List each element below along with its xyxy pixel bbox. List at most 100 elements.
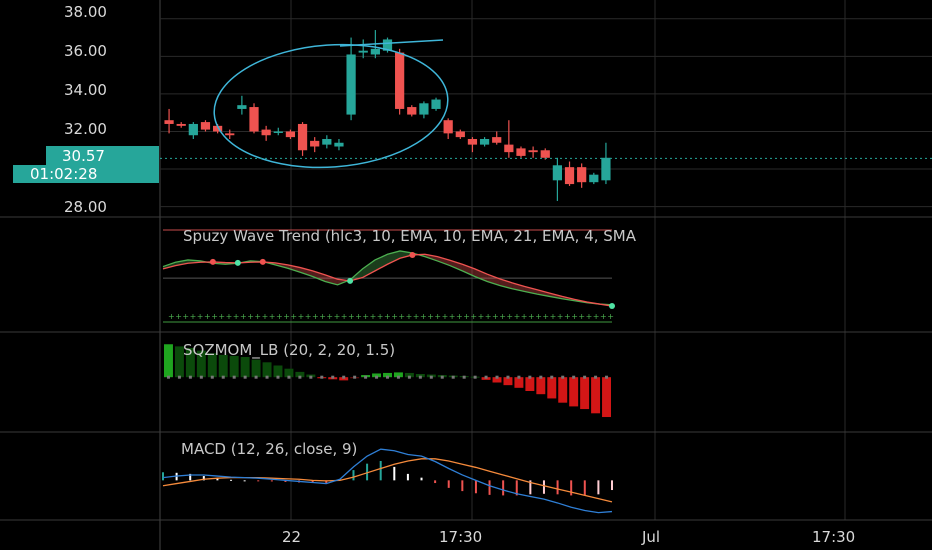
squeeze-dot <box>177 375 181 379</box>
price-tick-36: 36.00 <box>64 42 107 60</box>
price-axis[interactable]: 38.00 36.00 34.00 32.00 28.00 <box>64 3 107 216</box>
wt-cross-marker: + <box>398 312 405 321</box>
wt-cross-marker: + <box>204 312 211 321</box>
squeeze-bar <box>602 377 611 418</box>
time-tick-jul: Jul <box>641 528 660 546</box>
wt-cross-marker: + <box>492 312 499 321</box>
chart-stage: + + + + + + + + + + + + + + + + + + + + + + + + + + + + + + + + + + + + + + + +… <box>0 0 932 550</box>
squeeze-bar <box>164 344 173 378</box>
wt-cross-marker: + <box>197 312 204 321</box>
wt-cross-dot <box>609 303 615 310</box>
macd-pane <box>162 448 613 514</box>
wt-cross-marker: + <box>355 312 362 321</box>
squeeze-dot <box>550 375 554 379</box>
squeeze-bar <box>558 377 568 403</box>
time-axis[interactable]: 22 17:30 Jul 17:30 <box>282 528 855 546</box>
squeeze-bar <box>525 377 535 391</box>
wt-cross-marker: + <box>233 312 240 321</box>
squeeze-bar <box>547 377 557 399</box>
squeeze-dot <box>298 375 302 379</box>
wavetrend-label[interactable]: Spuzy Wave Trend (hlc3, 10, EMA, 10, EMA… <box>183 227 637 245</box>
wt-cross-marker: + <box>600 312 607 321</box>
macd-hist-bar <box>474 480 477 494</box>
candle-body <box>261 129 271 136</box>
squeeze-dot <box>517 375 521 379</box>
macd-hist-bar <box>434 480 437 484</box>
candle-body <box>419 103 429 115</box>
wt-cross-marker: + <box>550 312 557 321</box>
squeeze-bar <box>580 377 590 410</box>
squeeze-bar <box>229 355 239 378</box>
candle-body <box>492 137 502 143</box>
wt-cross-marker: + <box>442 312 449 321</box>
candle-body <box>370 48 380 55</box>
macd-hist-bar <box>420 477 423 481</box>
macd-hist-bar <box>556 480 559 495</box>
wt-cross-marker: + <box>247 312 254 321</box>
wt-cross-marker: + <box>312 312 319 321</box>
wt-cross-marker: + <box>514 312 521 321</box>
squeeze-dot <box>440 375 444 379</box>
wt-cross-marker: + <box>578 312 585 321</box>
wt-cross-marker: + <box>226 312 233 321</box>
squeeze-dot <box>495 375 499 379</box>
wt-cross-marker: + <box>528 312 535 321</box>
squeeze-dot <box>506 375 510 379</box>
candle-body <box>528 150 538 153</box>
macd-hist-bar <box>597 480 600 495</box>
squeeze-dot <box>561 375 565 379</box>
candle-body <box>310 140 320 147</box>
candle-body <box>358 50 368 53</box>
squeeze-dot <box>188 375 192 379</box>
squeeze-dot <box>199 375 203 379</box>
wt-cross-marker: + <box>449 312 456 321</box>
grid <box>0 0 932 550</box>
macd-hist-bar <box>488 480 491 495</box>
wt-cross-marker: + <box>607 312 614 321</box>
squeeze-bar <box>514 377 524 388</box>
price-tick-38: 38.00 <box>64 3 107 21</box>
squeeze-dot <box>375 375 379 379</box>
squeeze-label[interactable]: SQZMOM_LB (20, 2, 20, 1.5) <box>183 341 395 360</box>
squeeze-dot <box>331 375 335 379</box>
wt-cross-dot <box>259 258 266 265</box>
candle-body <box>431 99 441 109</box>
wt-cross-marker: + <box>262 312 269 321</box>
squeeze-bar <box>569 377 579 407</box>
price-tick-32: 32.00 <box>64 120 107 138</box>
wt-cross-marker: + <box>470 312 477 321</box>
time-tick-1730b: 17:30 <box>812 528 855 546</box>
candle-body <box>564 167 575 185</box>
candle-body <box>443 120 453 134</box>
squeeze-dot <box>276 375 280 379</box>
wt-cross-marker: + <box>377 312 384 321</box>
wt-cross-dot <box>234 259 241 266</box>
wt-cross-dot <box>347 277 354 284</box>
macd-hist-bar <box>230 479 233 481</box>
squeeze-bar <box>273 365 283 378</box>
wt-cross-marker: + <box>521 312 528 321</box>
wt-cross-marker: + <box>557 312 564 321</box>
squeeze-dot <box>462 375 466 379</box>
wt-cross-marker: + <box>478 312 485 321</box>
macd-hist-bar <box>502 480 505 496</box>
squeeze-bar <box>591 377 601 414</box>
candle-body <box>237 105 247 109</box>
current-price-tag: 30.57 01:02:28 <box>13 146 159 183</box>
price-tag-value: 30.57 <box>62 147 105 165</box>
wt-cross-marker: + <box>211 312 218 321</box>
macd-hist-bar <box>257 480 260 482</box>
candle-body <box>455 131 465 138</box>
macd-hist-bar <box>393 466 396 481</box>
squeeze-dot <box>166 375 170 379</box>
candle-body <box>346 54 356 115</box>
squeeze-dot <box>396 375 400 379</box>
squeeze-dot <box>265 375 269 379</box>
wt-cross-marker: + <box>348 312 355 321</box>
candle-body <box>479 138 490 145</box>
wt-cross-dot <box>409 251 416 258</box>
wt-cross-marker: + <box>370 312 377 321</box>
squeeze-dot <box>243 375 247 379</box>
squeeze-dot <box>287 375 291 379</box>
macd-label[interactable]: MACD (12, 26, close, 9) <box>181 440 357 458</box>
